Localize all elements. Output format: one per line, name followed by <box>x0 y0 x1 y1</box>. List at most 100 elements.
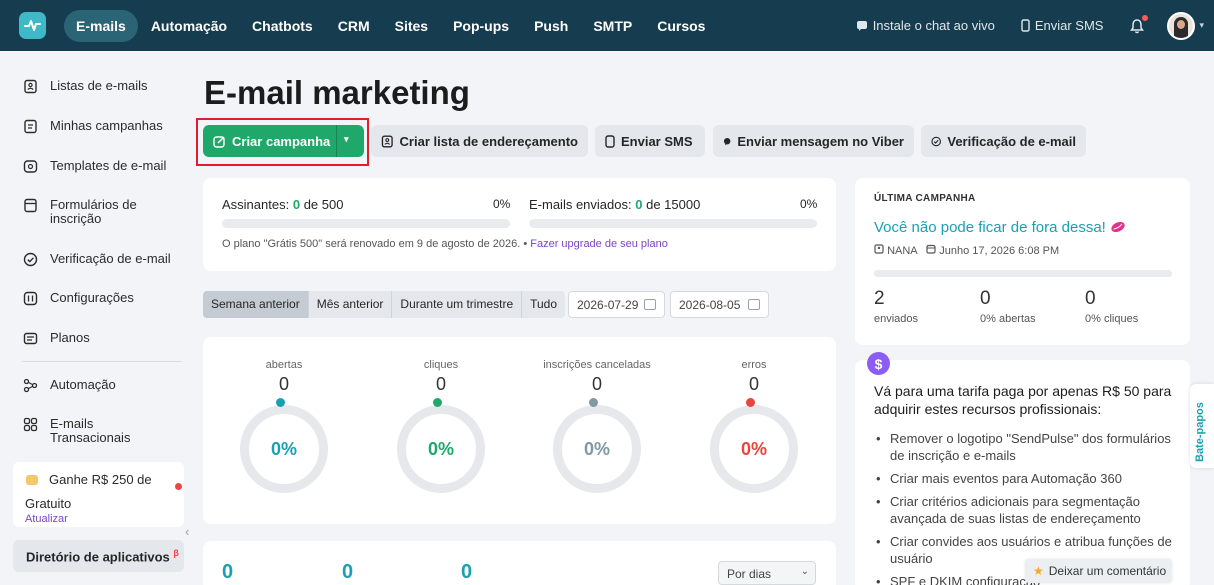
promo-card[interactable]: Ganhe R$ 250 de Gratuito Atualizar <box>13 462 184 527</box>
promo-dot <box>175 483 182 490</box>
nav-smtp[interactable]: SMTP <box>581 10 644 42</box>
sendpulse-logo-icon[interactable] <box>19 12 46 39</box>
sent-stat: E-mails enviados: 0 de 15000 <box>529 197 700 212</box>
metric-value: 0 <box>748 374 759 394</box>
email-verification-button[interactable]: Verificação de e-mail <box>921 125 1086 157</box>
period-quarter[interactable]: Durante um trimestre <box>392 291 523 318</box>
nav-chatbots[interactable]: Chatbots <box>240 10 325 42</box>
metric-label: erros <box>741 359 767 371</box>
sidebar-item-campanhas[interactable]: Minhas campanhas <box>23 119 163 134</box>
nav-popups[interactable]: Pop-ups <box>441 10 521 42</box>
calendar-icon[interactable] <box>748 299 760 310</box>
avatar-chevron-down-icon[interactable]: ▾ <box>1199 20 1204 31</box>
nav-sites[interactable]: Sites <box>383 10 440 42</box>
sidebar-item-label: Formulários de inscrição <box>50 197 137 226</box>
create-campaign-button[interactable]: Criar campanha ▾ <box>203 125 364 157</box>
last-campaign-sent: 2 enviados <box>874 288 918 325</box>
metric-clicks: cliques 0 <box>381 359 501 395</box>
nav-automacao[interactable]: Automação <box>139 10 239 42</box>
stat-label: 0% abertas <box>980 313 1036 325</box>
last-campaign-progress-bar <box>874 270 1172 277</box>
period-all[interactable]: Tudo <box>522 291 565 318</box>
last-campaign-title[interactable]: Você não pode ficar de fora dessa! <box>874 219 1106 236</box>
nav-right: Instale o chat ao vivo Enviar SMS ▾ <box>856 0 1214 51</box>
app-directory-label: Diretório de aplicativos <box>26 549 170 565</box>
clicks-percent: 0% <box>427 438 454 459</box>
sidebar-item-formularios[interactable]: Formulários de inscrição <box>23 198 160 226</box>
metric-label: inscrições canceladas <box>543 359 651 371</box>
viber-button[interactable]: Enviar mensagem no Viber <box>713 125 914 157</box>
metric-errors: erros 0 <box>694 359 814 395</box>
email-verification-label: Verificação de e-mail <box>947 133 1076 149</box>
chats-tab-label: Bate-papos <box>1194 402 1206 462</box>
subscribers-value: 0 <box>292 197 301 212</box>
sent-label: E-mails enviados: <box>529 197 632 212</box>
sidebar-item-templates[interactable]: Templates de e-mail <box>23 159 166 174</box>
sent-percent: 0% <box>800 197 818 211</box>
period-last-week[interactable]: Semana anterior <box>203 291 309 318</box>
create-campaign-dropdown-chevron-icon[interactable]: ▾ <box>344 134 349 145</box>
date-from-input[interactable]: 2026-07-29 <box>568 291 665 318</box>
date-to-input[interactable]: 2026-08-05 <box>670 291 769 318</box>
template-icon <box>23 160 38 173</box>
transactional-icon <box>23 417 38 432</box>
errors-ring-chart: 0% <box>710 398 798 493</box>
daily-stat-number: 0 <box>222 561 234 583</box>
nav-emails[interactable]: E-mails <box>64 10 138 42</box>
group-by-select[interactable]: Por dias ⌄ <box>718 561 816 585</box>
list-icon <box>24 79 37 94</box>
daily-stat-number: 0 <box>342 561 354 583</box>
clicks-indicator-dot <box>433 398 442 407</box>
date-from-value: 2026-07-29 <box>577 297 639 312</box>
sidebar-item-planos[interactable]: Planos <box>23 331 90 346</box>
metric-label: abertas <box>265 359 303 371</box>
stat-value: 0 <box>980 288 991 309</box>
main-nav: E-mails Automação Chatbots CRM Sites Pop… <box>64 10 718 42</box>
metric-value: 0 <box>591 374 602 394</box>
send-sms-link[interactable]: Enviar SMS <box>1021 18 1104 33</box>
settings-icon <box>23 291 38 306</box>
install-chat-link[interactable]: Instale o chat ao vivo <box>856 18 995 33</box>
subscribers-label: Assinantes: <box>222 197 290 212</box>
sidebar-item-listas[interactable]: Listas de e-mails <box>23 79 148 94</box>
sidebar-item-transacionais[interactable]: E-mails Transacionais <box>23 417 150 445</box>
last-campaign-opens: 0 0% abertas <box>980 288 1036 325</box>
chats-side-tab[interactable]: Bate-papos <box>1190 384 1214 468</box>
sidebar-item-label: Minhas campanhas <box>50 118 163 133</box>
metric-opens: abertas 0 <box>224 359 344 395</box>
app-directory-button[interactable]: Diretório de aplicativos β <box>13 540 184 572</box>
check-circle-icon <box>931 136 941 146</box>
nav-push[interactable]: Push <box>522 10 580 42</box>
user-avatar[interactable] <box>1167 11 1196 40</box>
sidebar-item-label: Configurações <box>50 290 134 305</box>
create-list-button[interactable]: Criar lista de endereçamento <box>371 125 588 157</box>
period-last-month[interactable]: Mês anterior <box>309 291 393 318</box>
promo-upgrade-link[interactable]: Atualizar <box>25 513 68 525</box>
errors-percent: 0% <box>740 438 767 459</box>
opens-indicator-dot <box>276 398 285 407</box>
collapse-sidebar-chevron-icon[interactable]: ‹ <box>185 524 189 539</box>
calendar-icon[interactable] <box>644 299 656 310</box>
last-campaign-name[interactable]: Você não pode ficar de fora dessa! <box>874 219 1126 236</box>
notifications-bell-icon[interactable] <box>1129 14 1149 34</box>
send-sms-label: Enviar SMS <box>1034 18 1104 33</box>
plan-renewal-note: O plano "Grátis 500" será renovado em 9 … <box>222 238 668 250</box>
opens-ring-chart: 0% <box>240 398 328 493</box>
sidebar-item-automacao[interactable]: Automação <box>23 378 116 393</box>
upgrade-plan-link[interactable]: Fazer upgrade de seu plano <box>530 238 668 250</box>
sidebar-item-configuracoes[interactable]: Configurações <box>23 291 134 306</box>
sidebar-item-verificacao[interactable]: Verificação de e-mail <box>23 252 171 267</box>
last-campaign-heading: ÚLTIMA CAMPANHA <box>874 193 976 204</box>
stat-value: 2 <box>874 288 885 309</box>
metric-label: cliques <box>423 359 459 371</box>
nav-crm[interactable]: CRM <box>326 10 382 42</box>
automation-icon <box>23 378 38 393</box>
notification-dot <box>1142 14 1149 21</box>
send-sms-button[interactable]: Enviar SMS <box>595 125 705 157</box>
sidebar-item-label: Automação <box>50 377 116 392</box>
leave-feedback-button[interactable]: ★ Deixar um comentário <box>1025 559 1172 583</box>
nav-cursos[interactable]: Cursos <box>645 10 717 42</box>
sidebar-item-label: Verificação de e-mail <box>50 251 171 266</box>
campaign-icon <box>24 119 37 134</box>
feedback-label: Deixar um comentário <box>1048 564 1167 578</box>
